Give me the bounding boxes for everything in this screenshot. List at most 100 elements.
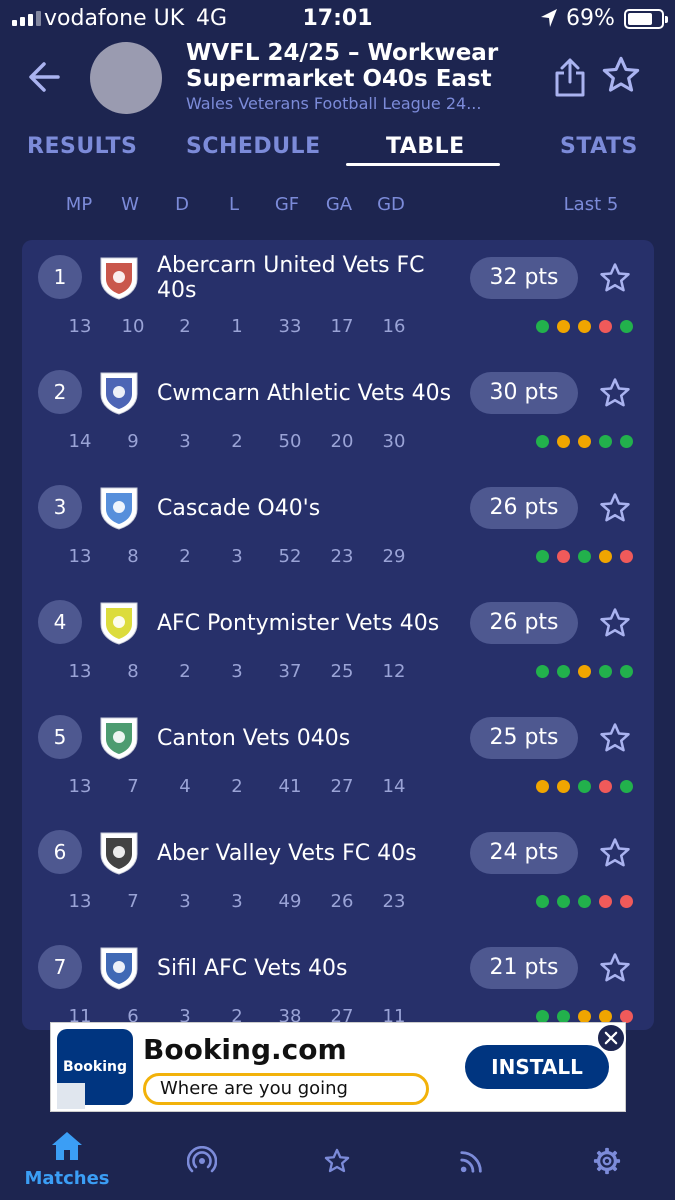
team-stats: 13 7 4 2 41 27 14 [22,776,442,800]
ad-title[interactable]: Booking.com [143,1033,347,1066]
tab-table[interactable]: TABLE [386,134,465,159]
position-badge: 3 [38,485,82,529]
stat-gf: 37 [278,661,302,682]
favorite-team-star-icon[interactable] [598,951,632,985]
form-dot [557,780,570,793]
back-arrow-icon[interactable] [24,56,66,98]
last5-form [536,320,633,333]
team-name[interactable]: Aber Valley Vets FC 40s [157,827,457,879]
stat-mp: 13 [68,776,92,797]
battery-percent: 69% [566,6,615,31]
team-name[interactable]: Abercarn United Vets FC 40s [157,252,457,304]
gear-icon [593,1147,621,1175]
form-dot [599,550,612,563]
ad-search-field[interactable]: Where are you going [143,1073,429,1105]
table-row[interactable]: 6 Aber Valley Vets FC 40s 24 pts 13 7 3 3 49 26 2… [22,815,654,930]
tab-schedule[interactable]: SCHEDULE [186,134,321,159]
stat-ga: 17 [330,316,354,337]
points-badge: 21 pts [470,947,578,989]
stat-gd: 12 [382,661,406,682]
form-dot [620,665,633,678]
last5-form [536,550,633,563]
favorite-team-star-icon[interactable] [598,376,632,410]
table-row[interactable]: 5 Canton Vets 040s 25 pts 13 7 4 2 41 27 14 [22,700,654,815]
ad-close-icon[interactable] [596,1023,626,1053]
team-name[interactable]: Cascade O40's [157,482,457,534]
battery-icon [624,9,668,29]
club-crest-icon [100,372,138,415]
stat-gd: 16 [382,316,406,337]
ad-banner[interactable]: Booking Booking.com Where are you going … [50,1022,626,1112]
favorite-team-star-icon[interactable] [598,261,632,295]
league-logo [90,42,162,114]
last5-form [536,435,633,448]
stat-ga: 23 [330,546,354,567]
stat-w: 7 [127,776,139,797]
favorite-team-star-icon[interactable] [598,721,632,755]
tab-stats[interactable]: STATS [560,134,638,159]
stat-gd: 14 [382,776,406,797]
table-row[interactable]: 3 Cascade O40's 26 pts 13 8 2 3 52 23 29 [22,470,654,585]
form-dot [557,895,570,908]
col-last5: Last 5 [563,194,619,215]
form-dot [536,895,549,908]
team-name[interactable]: Sifil AFC Vets 40s [157,942,457,994]
points-badge: 24 pts [470,832,578,874]
share-icon[interactable] [552,56,588,98]
col-l: L [228,194,240,215]
nav-news[interactable] [421,1126,521,1196]
stat-gf: 33 [278,316,302,337]
active-tab-indicator [346,163,500,166]
stat-l: 2 [231,776,243,797]
form-dot [578,895,591,908]
form-dot [578,550,591,563]
nav-favorites[interactable] [287,1126,387,1196]
favorite-team-star-icon[interactable] [598,606,632,640]
position-badge: 4 [38,600,82,644]
bottom-nav: Matches [0,1118,675,1200]
form-dot [578,435,591,448]
form-dot [578,320,591,333]
club-crest-icon [100,487,138,530]
stat-gd: 23 [382,891,406,912]
nav-radio[interactable] [152,1126,252,1196]
stat-d: 3 [179,431,191,452]
radio-icon [187,1146,217,1173]
position-badge: 1 [38,255,82,299]
form-dot [620,895,633,908]
table-row[interactable]: 2 Cwmcarn Athletic Vets 40s 30 pts 14 9 3 2 50 2… [22,355,654,470]
header: WVFL 24/25 – Workwear Supermarket O40s E… [0,38,675,118]
last5-form [536,665,633,678]
table-row[interactable]: 7 Sifil AFC Vets 40s 21 pts 11 6 3 2 38 27 11 [22,930,654,1030]
stat-d: 2 [179,661,191,682]
stat-l: 3 [231,546,243,567]
form-dot [536,320,549,333]
table-row[interactable]: 1 Abercarn United Vets FC 40s 32 pts 13 10 2 1… [22,240,654,355]
last5-form [536,895,633,908]
points-badge: 26 pts [470,487,578,529]
form-dot [536,780,549,793]
team-name[interactable]: AFC Pontymister Vets 40s [157,597,457,649]
last5-form [536,780,633,793]
competition-title: WVFL 24/25 – Workwear Supermarket O40s E… [186,40,546,116]
club-crest-icon [100,602,138,645]
team-name[interactable]: Canton Vets 040s [157,712,457,764]
form-dot [536,665,549,678]
position-badge: 6 [38,830,82,874]
team-name[interactable]: Cwmcarn Athletic Vets 40s [157,367,457,419]
favorite-team-star-icon[interactable] [598,836,632,870]
ad-info-icon[interactable] [57,1083,85,1109]
club-crest-icon [100,947,138,990]
form-dot [599,665,612,678]
nav-settings[interactable] [557,1126,657,1196]
favorite-team-star-icon[interactable] [598,491,632,525]
stat-ga: 25 [330,661,354,682]
table-row[interactable]: 4 AFC Pontymister Vets 40s 26 pts 13 8 2 3 37 25… [22,585,654,700]
favorite-star-icon[interactable] [600,54,642,96]
nav-matches[interactable]: Matches [17,1126,117,1196]
stat-l: 1 [231,316,243,337]
stat-gd: 29 [382,546,406,567]
tab-results[interactable]: RESULTS [27,134,137,159]
ad-install-button[interactable]: INSTALL [465,1045,609,1089]
form-dot [557,550,570,563]
